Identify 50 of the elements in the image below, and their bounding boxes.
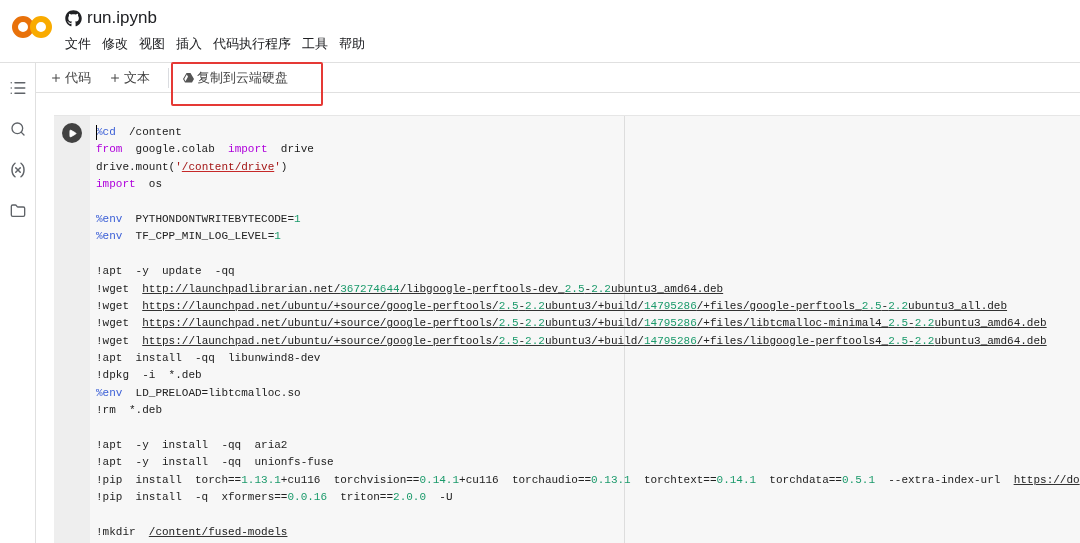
code-line: drive.mount('/content/drive') [96, 159, 289, 175]
url-link[interactable]: https://do [1013, 473, 1080, 486]
folder-icon[interactable] [9, 203, 26, 219]
menu-icon[interactable] [8, 79, 27, 97]
copy-to-drive-button[interactable]: 复制到云端硬盘 [179, 66, 292, 89]
menu-item[interactable]: 帮助 [339, 35, 365, 53]
url-link[interactable]: https://launchpad.net/ubuntu/+source/google-perftools/2.5-2.2ubuntu3/+build/14795286/+files/libgoogle-perftools4_2.5-2.2ubuntu3_amd64.deb [142, 334, 1047, 347]
code-line: from google.colab import drive [96, 142, 315, 158]
add-button[interactable]: 代码 [46, 66, 95, 89]
menu-item[interactable]: 视图 [139, 35, 165, 53]
code-line: !pip install torch==1.13.1+cu116 torchvision==0.14.1+cu116 torchaudio==0.13.1 torchtext==0.14.1 torchdata==0.5.1 --extra-index-url https://do [96, 472, 1080, 488]
menu-item[interactable]: 修改 [102, 35, 128, 53]
code-line: !pip install -q xformers==0.0.16 triton==2.0.0 -U [96, 490, 454, 506]
variables-icon[interactable] [8, 161, 27, 179]
github-icon [65, 9, 82, 27]
url-link[interactable]: http://launchpadlibrarian.net/367274644/libgoogle-perftools-dev_2.5-2.2ubuntu3_amd64.deb [142, 282, 724, 295]
menu-item[interactable]: 代码执行程序 [213, 35, 291, 53]
code-line: !apt -y install -qq aria2 [96, 438, 289, 454]
plus-icon [109, 71, 121, 84]
url-link[interactable]: /content/fused-models [148, 526, 288, 538]
code-line: %env PYTHONDONTWRITEBYTECODE=1 [96, 211, 302, 227]
code-line: !wget https://launchpad.net/ubuntu/+source/google-perftools/2.5-2.2ubuntu3/+build/14795286/+files/libgoogle-perftools4_2.5-2.2ubuntu3_amd64.deb [96, 333, 1048, 349]
notebook-title[interactable]: run.ipynb [87, 8, 157, 28]
menu-item[interactable]: 工具 [302, 35, 328, 53]
code-line: %cd /content [96, 124, 183, 142]
run-button[interactable] [62, 123, 82, 143]
code-line: !rm *.deb [96, 403, 163, 419]
url-link[interactable]: https://launchpad.net/ubuntu/+source/google-perftools/2.5-2.2ubuntu3/+build/14795286/+files/google-perftools_2.5-2.2ubuntu3_all.deb [142, 299, 1008, 312]
drive-icon [183, 72, 194, 83]
url-link[interactable]: /content/drive [181, 160, 275, 173]
add-button[interactable]: 文本 [105, 66, 154, 89]
menu-item[interactable]: 文件 [65, 35, 91, 53]
menu-item[interactable]: 插入 [176, 35, 202, 53]
url-link[interactable]: https://launchpad.net/ubuntu/+source/google-perftools/2.5-2.2ubuntu3/+build/14795286/+files/libtcmalloc-minimal4_2.5-2.2ubuntu3_amd64.deb [142, 317, 1047, 330]
play-icon [67, 128, 77, 138]
code-editor[interactable] [90, 116, 1080, 543]
code-line: !wget https://launchpad.net/ubuntu/+source/google-perftools/2.5-2.2ubuntu3/+build/14795286/+files/libtcmalloc-minimal4_2.5-2.2ubuntu3_amd64.deb [96, 316, 1048, 332]
code-line: !apt install -qq libunwind8-dev [96, 351, 322, 367]
code-line: !mkdir /content/fused-models [96, 525, 289, 540]
logo-icon[interactable] [12, 15, 52, 39]
code-line: !wget https://launchpad.net/ubuntu/+source/google-perftools/2.5-2.2ubuntu3/+build/14795286/+files/google-perftools_2.5-2.2ubuntu3_all.deb [96, 298, 1009, 314]
code-line: %env LD_PRELOAD=libtcmalloc.so [96, 385, 302, 401]
code-line: !apt -y update -qq [96, 264, 236, 280]
search-icon[interactable] [9, 121, 26, 137]
code-line: import os [96, 177, 163, 193]
code-line: !dpkg -i *.deb [96, 368, 203, 384]
plus-icon [50, 71, 62, 84]
code-line: !apt -y install -qq unionfs-fuse [96, 455, 335, 471]
code-line: !wget http://launchpadlibrarian.net/367274644/libgoogle-perftools-dev_2.5-2.2ubuntu3_amd64.deb [96, 281, 725, 297]
code-line: %env TF_CPP_MIN_LOG_LEVEL=1 [96, 229, 282, 245]
